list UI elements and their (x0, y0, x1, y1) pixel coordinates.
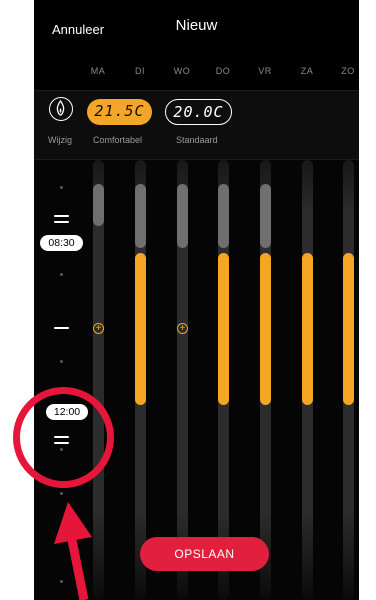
annotation-arrow-icon (54, 502, 92, 600)
